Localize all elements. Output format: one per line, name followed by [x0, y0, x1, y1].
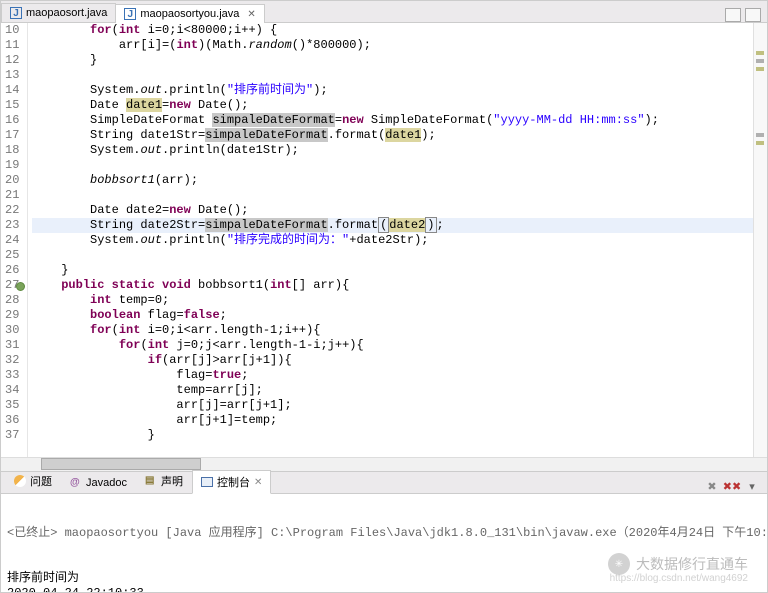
view-tab-decl[interactable]: ▤ 声明	[136, 469, 192, 493]
bottom-panel: 问题@Javadoc▤声明控制台 ✕ ✖ ✖✖ ▾ <已终止> maopaoso…	[1, 472, 767, 592]
view-tab-console[interactable]: 控制台 ✕	[192, 470, 271, 494]
console-icon	[201, 477, 213, 487]
code-line[interactable]: int temp=0;	[32, 293, 753, 308]
code-line[interactable]: for(int j=0;j<arr.length-1-i;j++){	[32, 338, 753, 353]
editor-tab-toolbar	[725, 8, 767, 22]
code-line[interactable]: String date2Str=simpaleDateFormat.format…	[32, 218, 753, 233]
console-header: <已终止> maopaosortyou [Java 应用程序] C:\Progr…	[7, 526, 761, 541]
editor-tab-bar: Jmaopaosort.javaJmaopaosortyou.java✕	[1, 1, 767, 23]
editor-panel: Jmaopaosort.javaJmaopaosortyou.java✕ 101…	[1, 1, 767, 472]
view-tab-javadoc[interactable]: @ Javadoc	[61, 473, 136, 493]
code-line[interactable]	[32, 68, 753, 83]
code-line[interactable]: public static void bobbsort1(int[] arr){	[32, 278, 753, 293]
code-line[interactable]: Date date1=new Date();	[32, 98, 753, 113]
editor-tab[interactable]: Jmaopaosort.java	[1, 3, 116, 22]
editor-tab[interactable]: Jmaopaosortyou.java ✕	[115, 4, 264, 23]
console-menu-icon[interactable]: ▾	[745, 479, 759, 493]
code-line[interactable]: System.out.println("排序完成的时间为："+date2Str)…	[32, 233, 753, 248]
code-line[interactable]: arr[j+1]=temp;	[32, 413, 753, 428]
code-line[interactable]: }	[32, 428, 753, 443]
close-icon[interactable]: ✕	[247, 9, 255, 20]
console-line: 2020-04-24 22:10:33	[7, 586, 761, 592]
code-line[interactable]: String date1Str=simpaleDateFormat.format…	[32, 128, 753, 143]
code-body[interactable]: for(int i=0;i<80000;i++) { arr[i]=(int)(…	[28, 23, 753, 457]
code-line[interactable]	[32, 188, 753, 203]
code-line[interactable]: flag=true;	[32, 368, 753, 383]
code-line[interactable]: temp=arr[j];	[32, 383, 753, 398]
problems-icon	[14, 475, 26, 487]
overview-ruler[interactable]	[753, 23, 767, 457]
code-line[interactable]: System.out.println(date1Str);	[32, 143, 753, 158]
maximize-button[interactable]	[745, 8, 761, 22]
code-line[interactable]: }	[32, 263, 753, 278]
view-tab-label: 声明	[161, 473, 183, 489]
code-line[interactable]	[32, 248, 753, 263]
close-icon[interactable]: ✕	[254, 477, 262, 488]
remove-launch-icon[interactable]: ✖	[705, 479, 719, 493]
tab-label: maopaosortyou.java	[140, 8, 239, 20]
code-line[interactable]: arr[j]=arr[j+1];	[32, 398, 753, 413]
code-line[interactable]: for(int i=0;i<arr.length-1;i++){	[32, 323, 753, 338]
remove-all-icon[interactable]: ✖✖	[725, 479, 739, 493]
code-line[interactable]: for(int i=0;i<80000;i++) {	[32, 23, 753, 38]
horizontal-scrollbar[interactable]	[1, 457, 767, 471]
line-number-gutter: 1011121314151617181920212223242526272829…	[1, 23, 28, 457]
view-tab-problem[interactable]: 问题	[5, 469, 61, 493]
code-line[interactable]: bobbsort1(arr);	[32, 173, 753, 188]
declaration-icon: ▤	[145, 475, 157, 487]
java-file-icon: J	[10, 7, 22, 19]
tab-label: maopaosort.java	[26, 7, 107, 19]
console-toolbar: ✖ ✖✖ ▾	[705, 479, 763, 493]
code-line[interactable]	[32, 158, 753, 173]
javadoc-icon: @	[70, 477, 82, 489]
minimize-button[interactable]	[725, 8, 741, 22]
code-line[interactable]: if(arr[j]>arr[j+1]){	[32, 353, 753, 368]
view-tab-label: 问题	[30, 473, 52, 489]
java-file-icon: J	[124, 8, 136, 20]
code-line[interactable]: Date date2=new Date();	[32, 203, 753, 218]
code-line[interactable]: System.out.println("排序前时间为");	[32, 83, 753, 98]
console-line: 排序前时间为	[7, 571, 761, 586]
code-line[interactable]: arr[i]=(int)(Math.random()*800000);	[32, 38, 753, 53]
console-output[interactable]: <已终止> maopaosortyou [Java 应用程序] C:\Progr…	[1, 494, 767, 592]
code-line[interactable]: }	[32, 53, 753, 68]
view-tab-label: Javadoc	[86, 477, 127, 489]
code-line[interactable]: boolean flag=false;	[32, 308, 753, 323]
code-area: 1011121314151617181920212223242526272829…	[1, 23, 767, 457]
view-tab-label: 控制台	[217, 474, 250, 490]
views-tab-bar: 问题@Javadoc▤声明控制台 ✕ ✖ ✖✖ ▾	[1, 472, 767, 494]
code-line[interactable]: SimpleDateFormat simpaleDateFormat=new S…	[32, 113, 753, 128]
